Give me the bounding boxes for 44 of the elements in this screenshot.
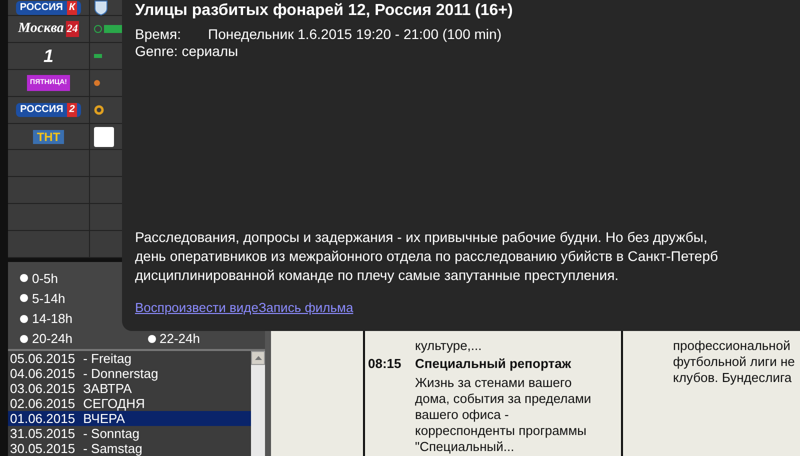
radio-button[interactable] — [20, 334, 28, 343]
radio-button[interactable] — [148, 334, 156, 343]
scroll-up-button[interactable] — [251, 351, 265, 365]
channel-logo[interactable]: Москва 24 — [18, 20, 79, 37]
radio-button[interactable] — [20, 314, 28, 323]
radio-label: 22-24h — [160, 330, 200, 348]
program-description: футбольной лиги не — [673, 354, 796, 370]
program-description: профессиональной — [673, 338, 792, 354]
date-item[interactable]: 03.06.2015 ЗАВТРА — [8, 381, 251, 396]
dot-icon — [94, 80, 100, 86]
channel-logo[interactable]: РОССИЯ К — [16, 0, 82, 14]
radio-button[interactable] — [20, 294, 28, 302]
date-item[interactable]: 04.06.2015 - Donnerstag — [8, 366, 251, 381]
radio-label: 20-24h — [32, 330, 72, 348]
channel-logo[interactable]: 1 — [43, 46, 54, 66]
time-label: Время: — [135, 26, 182, 43]
popup-link[interactable]: Запись фильма — [258, 298, 354, 318]
popup-title: Улицы разбитых фонарей 12, Россия 2011 (16+) — [135, 2, 514, 20]
dash-icon — [94, 54, 102, 58]
radio-label: 0-5h — [32, 270, 58, 288]
date-item[interactable]: 01.06.2015 ВЧЕРА — [8, 411, 251, 426]
pill-icon — [94, 24, 124, 34]
date-item[interactable]: 02.06.2015 СЕГОДНЯ — [8, 396, 251, 411]
popup-link[interactable]: Воспроизвести виде — [135, 298, 258, 318]
date-item[interactable]: 31.05.2015 - Sonntag — [8, 426, 251, 441]
scrollbar[interactable] — [251, 351, 265, 456]
ring-icon — [94, 104, 104, 115]
program-time: 08:15 — [368, 356, 402, 373]
program-description: культуре,... — [414, 338, 483, 354]
program-description: клубов. Бундеслига — [673, 370, 793, 386]
shield-icon — [94, 0, 108, 16]
popup-description: Расследования, допросы и задержания - их привычные рабочие будни. Но без дружбы, день оперативников из межрайонного отдела по расследованию убийств в Санкт-Петерб дисциплинированной команде по плечу самые запутанные преступления. — [135, 228, 720, 285]
radio-label: 5-14h — [32, 290, 66, 308]
channel-logo[interactable]: РОССИЯ 2 — [16, 102, 81, 117]
time-value: Понедельник 1.6.2015 19:20 - 21:00 (100 min) — [208, 26, 502, 43]
program-title[interactable]: Специальный репортаж — [415, 356, 617, 372]
up-arrow-icon — [254, 356, 262, 360]
radio-button[interactable] — [20, 274, 28, 282]
square-icon — [94, 126, 114, 146]
genre-text: Genre: сериалы — [135, 43, 240, 60]
date-item[interactable]: 30.05.2015 - Samstag — [8, 441, 251, 456]
radio-label: 14-18h — [32, 310, 72, 328]
date-item[interactable]: 05.06.2015 - Freitag — [8, 351, 251, 366]
program-description: Жизнь за стенами вашего дома, события за пределами вашего офиса - корреспонденты программы "Специальный... — [415, 375, 592, 455]
